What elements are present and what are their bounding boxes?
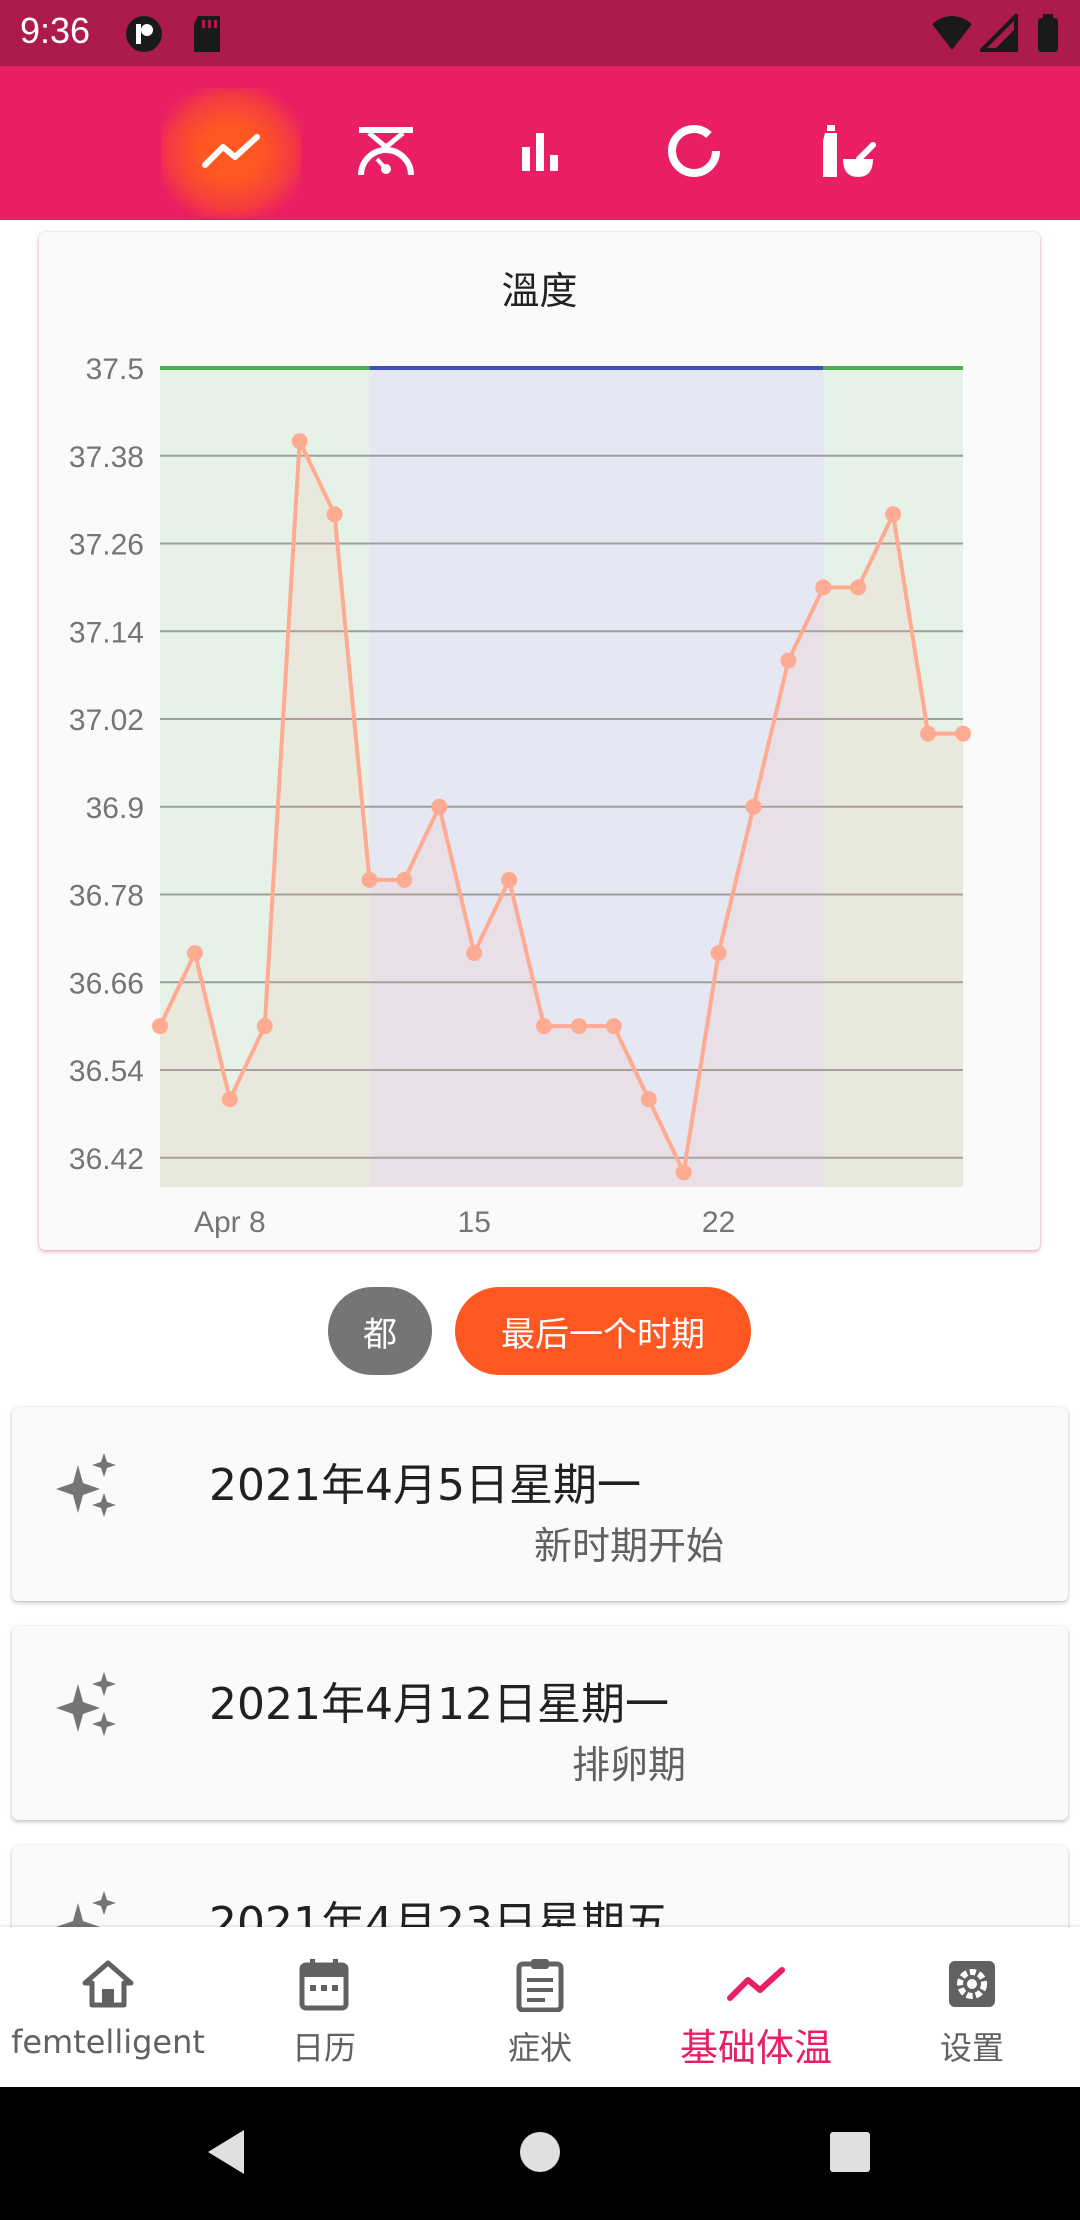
data-point [780, 652, 797, 669]
data-point [885, 506, 902, 523]
y-tick-label: 36.78 [69, 880, 144, 913]
nav-item-home[interactable]: femtelligent [0, 1927, 216, 2087]
filter-all-chip[interactable]: 都 [328, 1287, 432, 1375]
data-point [291, 433, 308, 450]
x-tick-label: 15 [458, 1206, 491, 1239]
chart-type-toolbar [0, 66, 1080, 220]
data-point [501, 871, 518, 888]
sparkle-icon [56, 1453, 120, 1521]
bar-chart-icon [518, 129, 562, 177]
home-circle-icon [518, 2130, 562, 2178]
y-tick-label: 37.26 [69, 529, 144, 562]
app-notification-icon [124, 14, 164, 58]
nav-label: 设置 [939, 2029, 1004, 2067]
data-point [920, 725, 937, 742]
status-time: 9:36 [20, 10, 91, 51]
nav-item-settings[interactable]: 设置 [864, 1927, 1080, 2087]
nav-label: 日历 [291, 2029, 356, 2067]
back-button[interactable] [166, 2087, 286, 2220]
data-point [745, 798, 762, 815]
nav-item-bbt[interactable]: 基础体温 [648, 1927, 864, 2087]
tab-medication[interactable] [778, 88, 918, 218]
nav-item-symptoms[interactable]: 症状 [432, 1927, 648, 2087]
recents-icon [829, 2131, 871, 2177]
tab-temperature-trend[interactable] [161, 88, 301, 218]
data-point [675, 1164, 692, 1181]
x-tick-label: Apr 8 [194, 1206, 266, 1239]
data-point [710, 945, 727, 961]
status-bar: 9:36 [0, 0, 1080, 66]
home-button[interactable] [480, 2087, 600, 2220]
tab-scale[interactable] [316, 88, 456, 218]
event-card[interactable]: 2021年4月12日星期一 排卵期 [12, 1626, 1068, 1820]
y-tick-label: 36.42 [69, 1143, 144, 1176]
system-navigation-bar [0, 2087, 1080, 2220]
scale-meter-icon [355, 123, 417, 183]
sd-card-icon [190, 14, 224, 58]
nav-label: 症状 [507, 2029, 572, 2067]
y-tick-label: 36.66 [69, 967, 144, 1000]
battery-icon [1036, 14, 1060, 58]
y-tick-label: 36.54 [69, 1055, 144, 1088]
sparkle-icon [56, 1672, 120, 1740]
trend-line-icon [201, 131, 261, 175]
data-point [221, 1091, 238, 1108]
calendar-icon [299, 1955, 349, 2013]
data-point [815, 579, 832, 596]
trend-line-icon [726, 1955, 786, 2013]
nav-label: 基础体温 [679, 2026, 832, 2070]
y-tick-label: 37.38 [69, 441, 144, 474]
event-description: 排卵期 [571, 1743, 686, 1787]
data-point [536, 1018, 553, 1035]
wifi-icon [930, 14, 974, 56]
x-tick-label: 22 [702, 1206, 735, 1239]
data-point [605, 1018, 622, 1035]
data-point [396, 871, 413, 888]
event-card[interactable]: 2021年4月5日星期一 新时期开始 [12, 1407, 1068, 1601]
data-point [640, 1091, 657, 1108]
data-point [186, 945, 203, 961]
filter-last-period-chip[interactable]: 最后一个时期 [455, 1287, 751, 1375]
temperature-chart-card: 溫度 37.5 37.38 37.26 37.14 37.02 36.9 36.78 36.6… [39, 232, 1040, 1250]
signal-icon [977, 11, 1018, 56]
data-point [955, 725, 971, 742]
nav-item-calendar[interactable]: 日历 [216, 1927, 432, 2087]
y-tick-label: 37.5 [86, 353, 144, 386]
tab-bar-chart[interactable] [470, 88, 610, 218]
event-date: 2021年4月12日星期一 [209, 1679, 669, 1730]
home-icon [81, 1955, 135, 2013]
temperature-line-chart[interactable]: 37.5 37.38 37.26 37.14 37.02 36.9 36.78 36.66 36… [39, 232, 1040, 1250]
tab-ring-chart[interactable] [624, 88, 764, 218]
y-tick-label: 36.9 [86, 792, 144, 825]
event-date: 2021年4月5日星期一 [209, 1460, 641, 1511]
data-point [326, 506, 343, 523]
data-point [850, 579, 867, 596]
data-point [466, 945, 483, 961]
data-point [431, 798, 448, 815]
y-tick-label: 37.02 [69, 704, 144, 737]
settings-icon [946, 1955, 998, 2013]
back-icon [204, 2128, 248, 2180]
mortar-pestle-icon [819, 123, 877, 183]
recents-button[interactable] [790, 2087, 910, 2220]
data-point [152, 1018, 168, 1035]
data-point [570, 1018, 587, 1035]
event-description: 新时期开始 [533, 1524, 724, 1568]
clipboard-icon [515, 1955, 565, 2013]
nav-label: femtelligent [11, 2023, 205, 2061]
y-tick-label: 37.14 [69, 616, 144, 649]
data-point [361, 871, 378, 888]
data-point [256, 1018, 273, 1035]
ring-chart-icon [666, 123, 722, 183]
bottom-navigation: femtelligent 日历 症状 基础体温 设置 [0, 1927, 1080, 2087]
